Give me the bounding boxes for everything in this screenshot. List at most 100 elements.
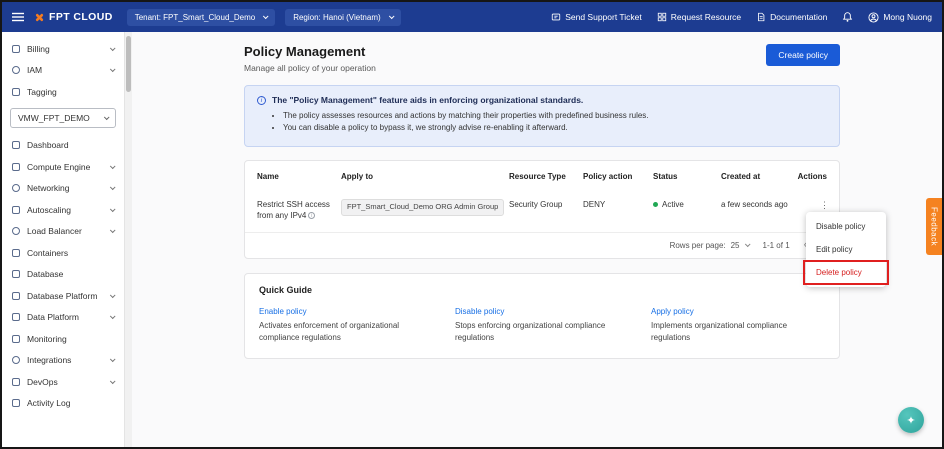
dashboard-icon	[12, 141, 20, 149]
network-icon	[12, 184, 20, 192]
sidebar-item-activity-log[interactable]: Activity Log	[2, 393, 124, 415]
table-pagination: Rows per page: 25 1-1 of 1 ‹ ›	[245, 232, 839, 258]
documentation-label: Documentation	[770, 12, 827, 22]
chevron-down-icon	[389, 13, 395, 19]
sidebar-item-networking[interactable]: Networking	[2, 178, 124, 200]
sidebar-item-label: Database Platform	[27, 291, 97, 301]
chevron-down-icon	[110, 314, 116, 320]
apply-policy-link[interactable]: Apply policy	[651, 307, 825, 316]
create-policy-button[interactable]: Create policy	[766, 44, 840, 66]
info-icon[interactable]: i	[308, 212, 315, 219]
chevron-down-icon	[110, 45, 116, 51]
chevron-down-icon	[110, 378, 116, 384]
sidebar-item-devops[interactable]: DevOps	[2, 371, 124, 393]
menu-item-disable-policy[interactable]: Disable policy	[806, 215, 886, 238]
scrollbar-thumb[interactable]	[126, 36, 131, 92]
table-row[interactable]: Restrict SSH access from any IPv4i FPT_S…	[245, 190, 839, 232]
resource-grid-icon	[657, 12, 667, 22]
send-support-ticket-label: Send Support Ticket	[565, 12, 642, 22]
document-icon	[756, 12, 766, 22]
quick-guide-card: Quick Guide Enable policy Activates enfo…	[244, 273, 840, 359]
sidebar-item-autoscaling[interactable]: Autoscaling	[2, 199, 124, 221]
sidebar-item-load-balancer[interactable]: Load Balancer	[2, 221, 124, 243]
sidebar-item-label: Autoscaling	[27, 205, 71, 215]
sidebar-item-iam[interactable]: IAM	[2, 60, 124, 82]
chevron-down-icon	[110, 228, 116, 234]
col-header-actions: Actions	[795, 161, 831, 190]
col-header-name: Name	[257, 161, 341, 190]
policy-action-cell: DENY	[583, 190, 653, 221]
integrations-icon	[12, 356, 20, 364]
sidebar-item-tagging[interactable]: Tagging	[2, 81, 124, 103]
fpt-cloud-logo[interactable]: FPT CLOUD	[34, 11, 113, 23]
disable-policy-link[interactable]: Disable policy	[455, 307, 629, 316]
database-platform-icon	[12, 292, 20, 300]
load-balancer-icon	[12, 227, 20, 235]
delete-policy-label: Delete policy	[816, 268, 862, 277]
request-resource-link[interactable]: Request Resource	[657, 12, 741, 22]
rows-per-page-select[interactable]: Rows per page: 25	[670, 241, 749, 250]
quick-guide-item: Disable policy Stops enforcing organizat…	[455, 307, 629, 343]
sidebar-item-label: Tagging	[27, 87, 57, 97]
autoscaling-icon	[12, 206, 20, 214]
region-label: Region: Hanoi (Vietnam)	[293, 13, 380, 22]
policy-table-card: Name Apply to Resource Type Policy actio…	[244, 160, 840, 259]
hamburger-menu-icon[interactable]	[12, 12, 24, 22]
iam-icon	[12, 66, 20, 74]
table-header-row: Name Apply to Resource Type Policy actio…	[245, 161, 839, 190]
sidebar-item-database-platform[interactable]: Database Platform	[2, 285, 124, 307]
resource-type-cell: Security Group	[509, 190, 583, 221]
tenant-label: Tenant: FPT_Smart_Cloud_Demo	[135, 13, 256, 22]
sidebar-item-containers[interactable]: Containers	[2, 242, 124, 264]
feedback-tab[interactable]: Feedback	[926, 198, 942, 255]
chevron-down-icon	[744, 242, 750, 248]
user-menu[interactable]: Mong Nuong	[868, 12, 932, 23]
info-icon: i	[257, 96, 266, 105]
sidebar-item-data-platform[interactable]: Data Platform	[2, 307, 124, 329]
region-dropdown[interactable]: Region: Hanoi (Vietnam)	[285, 9, 400, 26]
col-header-resource-type: Resource Type	[509, 161, 583, 190]
banner-bullet: The policy assesses resources and action…	[283, 110, 827, 122]
monitoring-icon	[12, 335, 20, 343]
apply-policy-desc: Implements organizational compliance reg…	[651, 320, 825, 343]
chevron-down-icon	[110, 67, 116, 73]
menu-item-delete-policy[interactable]: Delete policy	[806, 261, 886, 284]
top-navbar: FPT CLOUD Tenant: FPT_Smart_Cloud_Demo R…	[2, 2, 942, 32]
sidebar-scrollbar[interactable]	[124, 32, 132, 447]
send-support-ticket-link[interactable]: Send Support Ticket	[551, 12, 642, 22]
data-platform-icon	[12, 313, 20, 321]
chevron-down-icon	[110, 163, 116, 169]
compute-icon	[12, 163, 20, 171]
sidebar-item-database[interactable]: Database	[2, 264, 124, 286]
support-ticket-icon	[551, 12, 561, 22]
row-actions-context-menu: Disable policy Edit policy Delete policy	[806, 212, 886, 287]
tenant-dropdown[interactable]: Tenant: FPT_Smart_Cloud_Demo	[127, 9, 276, 26]
sidebar-item-compute-engine[interactable]: Compute Engine	[2, 156, 124, 178]
sidebar-item-label: Database	[27, 269, 63, 279]
database-icon	[12, 270, 20, 278]
workspace-select[interactable]: VMW_FPT_DEMO	[10, 108, 116, 128]
sidebar-item-label: IAM	[27, 65, 42, 75]
sidebar-item-billing[interactable]: Billing	[2, 38, 124, 60]
sidebar-item-label: DevOps	[27, 377, 58, 387]
activity-log-icon	[12, 399, 20, 407]
enable-policy-link[interactable]: Enable policy	[259, 307, 433, 316]
notifications-bell-icon[interactable]	[842, 11, 853, 23]
ai-assistant-floating-button[interactable]: ✦	[898, 407, 924, 433]
chevron-down-icon	[110, 185, 116, 191]
sidebar-item-integrations[interactable]: Integrations	[2, 350, 124, 372]
sidebar-item-dashboard[interactable]: Dashboard	[2, 135, 124, 157]
documentation-link[interactable]: Documentation	[756, 12, 827, 22]
chevron-down-icon	[110, 292, 116, 298]
col-header-status: Status	[653, 161, 721, 190]
brand-text: FPT CLOUD	[49, 11, 113, 23]
sidebar-item-label: Monitoring	[27, 334, 67, 344]
menu-item-edit-policy[interactable]: Edit policy	[806, 238, 886, 261]
sidebar-item-label: Integrations	[27, 355, 71, 365]
sidebar-item-label: Billing	[27, 44, 50, 54]
page-subtitle: Manage all policy of your operation	[244, 63, 376, 73]
main-content: Policy Management Manage all policy of y…	[132, 32, 942, 447]
billing-icon	[12, 45, 20, 53]
disable-policy-desc: Stops enforcing organizational complianc…	[455, 320, 629, 343]
sidebar-item-monitoring[interactable]: Monitoring	[2, 328, 124, 350]
